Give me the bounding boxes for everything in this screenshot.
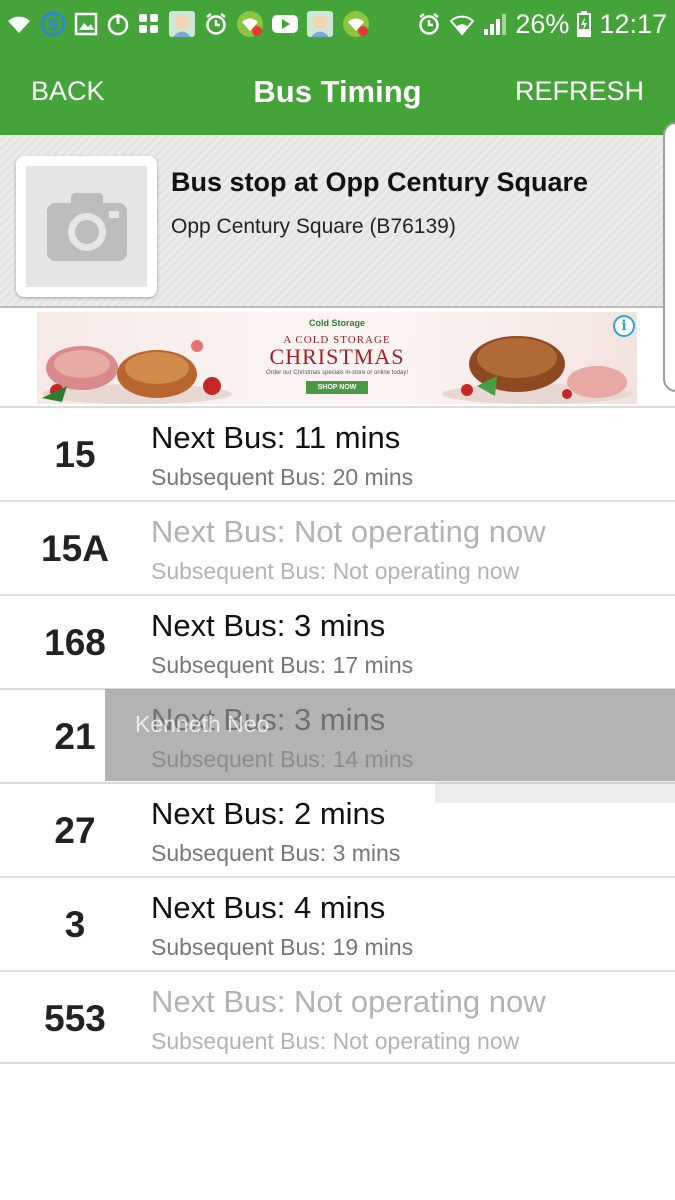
bus-row-553[interactable]: 553 Next Bus: Not operating now Subseque… bbox=[0, 970, 675, 1064]
back-button[interactable]: BACK bbox=[31, 48, 105, 135]
subsequent-bus-time: Subsequent Bus: Not operating now bbox=[151, 1028, 520, 1054]
stop-photo[interactable] bbox=[16, 156, 157, 297]
wifi-alert-icon bbox=[237, 11, 263, 37]
gallery-icon bbox=[74, 12, 98, 36]
subsequent-bus-time: Subsequent Bus: 19 mins bbox=[151, 934, 414, 960]
ad-brand: Cold Storage bbox=[308, 318, 365, 328]
info-icon[interactable]: i bbox=[613, 315, 635, 337]
bus-row-15a[interactable]: 15A Next Bus: Not operating now Subseque… bbox=[0, 500, 675, 594]
next-bus-time: Next Bus: 3 mins bbox=[151, 608, 386, 643]
alarm-icon bbox=[206, 13, 226, 35]
bus-number: 27 bbox=[54, 810, 96, 851]
wifi-alert-icon bbox=[343, 11, 369, 37]
ad-banner[interactable]: Cold Storage A COLD STORAGE CHRISTMAS Or… bbox=[37, 312, 637, 404]
subsequent-bus-time: Subsequent Bus: 14 mins bbox=[151, 746, 414, 772]
subsequent-bus-time: Subsequent Bus: Not operating now bbox=[151, 558, 520, 584]
stop-code: Opp Century Square (B76139) bbox=[171, 215, 456, 238]
ad-food-image bbox=[42, 340, 232, 404]
stop-photo-placeholder bbox=[26, 166, 147, 287]
next-bus-time: Next Bus: 4 mins bbox=[151, 890, 386, 925]
subsequent-bus-time: Subsequent Bus: 17 mins bbox=[151, 652, 414, 678]
camera-icon bbox=[46, 192, 127, 261]
ad-text-block: Cold Storage A COLD STORAGE CHRISTMAS Or… bbox=[237, 312, 437, 404]
app-bar: BACK Bus Timing REFRESH bbox=[0, 48, 675, 135]
svg-text:S: S bbox=[47, 15, 59, 34]
clock: 12:17 bbox=[599, 8, 667, 39]
bus-row-27[interactable]: 27 Next Bus: 2 mins Subsequent Bus: 3 mi… bbox=[0, 782, 675, 876]
bus-number: 3 bbox=[64, 904, 86, 945]
status-bar: S 26% 12:17 bbox=[0, 0, 675, 48]
ad-subtext: Order our Christmas specials in-store or… bbox=[265, 370, 409, 376]
system-indicators: 26% 12:17 bbox=[417, 6, 667, 42]
bus-number: 15 bbox=[54, 434, 96, 475]
apps-icon bbox=[139, 14, 158, 33]
next-bus-time: Next Bus: Not operating now bbox=[151, 514, 546, 549]
bus-number: 15A bbox=[41, 528, 109, 569]
next-bus-time: Next Bus: 3 mins bbox=[151, 702, 386, 737]
bus-row-21[interactable]: 21 Next Bus: 3 mins Subsequent Bus: 14 m… bbox=[0, 688, 675, 782]
notification-icons: S bbox=[6, 8, 370, 40]
bus-number: 168 bbox=[44, 622, 106, 663]
refresh-button[interactable]: REFRESH bbox=[515, 48, 644, 135]
signal-icon bbox=[484, 14, 507, 35]
bus-stop-header: Bus stop at Opp Century Square Opp Centu… bbox=[0, 135, 675, 308]
subsequent-bus-time: Subsequent Bus: 3 mins bbox=[151, 840, 401, 866]
bus-arrival-list: 15 Next Bus: 11 mins Subsequent Bus: 20 … bbox=[0, 406, 675, 1064]
bus-row-15[interactable]: 15 Next Bus: 11 mins Subsequent Bus: 20 … bbox=[0, 406, 675, 500]
battery-icon bbox=[577, 11, 592, 37]
power-icon bbox=[107, 14, 129, 36]
next-bus-time: Next Bus: 2 mins bbox=[151, 796, 386, 831]
stop-name: Bus stop at Opp Century Square bbox=[171, 167, 589, 197]
battery-percent: 26% bbox=[515, 8, 570, 39]
wifi-icon bbox=[8, 16, 30, 33]
bus-number: 553 bbox=[44, 998, 106, 1039]
avatar-icon bbox=[169, 11, 195, 37]
wifi-icon bbox=[450, 15, 475, 36]
sync-icon: S bbox=[40, 11, 66, 37]
bus-number: 21 bbox=[54, 716, 96, 757]
ad-headline: CHRISTMAS bbox=[269, 344, 405, 369]
edge-panel-handle[interactable] bbox=[663, 122, 675, 392]
bus-row-3[interactable]: 3 Next Bus: 4 mins Subsequent Bus: 19 mi… bbox=[0, 876, 675, 970]
subsequent-bus-time: Subsequent Bus: 20 mins bbox=[151, 464, 414, 490]
youtube-icon bbox=[272, 15, 298, 33]
bus-row-168[interactable]: 168 Next Bus: 3 mins Subsequent Bus: 17 … bbox=[0, 594, 675, 688]
next-bus-time: Next Bus: 11 mins bbox=[151, 420, 401, 455]
next-bus-time: Next Bus: Not operating now bbox=[151, 984, 546, 1019]
avatar-icon bbox=[307, 11, 333, 37]
ad-shop-now-button[interactable]: SHOP NOW bbox=[305, 381, 369, 394]
ad-food-image bbox=[442, 336, 632, 404]
alarm-icon bbox=[419, 13, 440, 35]
